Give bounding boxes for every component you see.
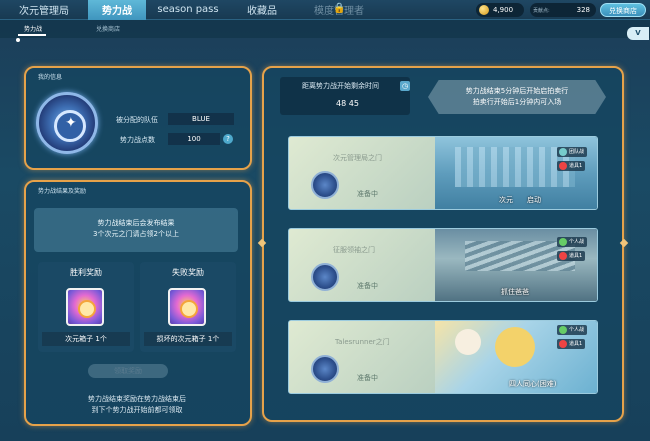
lose-reward-item: 损坏的次元箱子 1个	[144, 332, 232, 346]
dimension-box-icon[interactable]	[66, 288, 104, 326]
gate-badge-mode: 个人战	[557, 237, 588, 247]
auction-note-line1: 势力战结束5分钟后开始启拍卖行	[465, 87, 569, 95]
gate-badge-item: 道具1	[557, 339, 586, 349]
character-head	[495, 327, 535, 367]
gate-badge-mode-label: 个人战	[569, 327, 585, 333]
broken-dimension-box-icon[interactable]	[168, 288, 206, 326]
gate-badge-item-label: 道具1	[569, 341, 583, 347]
timer-label: 距离势力战开始剩余时间	[302, 82, 379, 90]
lose-reward-title: 失败奖励	[172, 268, 204, 277]
gate-status: 准备中	[357, 374, 378, 382]
tab-locked-manager[interactable]: 模度管理者 🔒	[294, 0, 384, 20]
points-value: 100	[168, 133, 220, 145]
gate-emblem-icon	[311, 171, 339, 199]
subtab-exchange-shop[interactable]: 兑换商店	[96, 24, 120, 33]
coin-amount: 4,900	[493, 6, 514, 14]
clock-icon: ◷	[400, 81, 410, 91]
gate-card-left	[289, 137, 439, 209]
gate-card-conqueror[interactable]: 征服领袖之门 准备中 抓住爸爸 个人战 道具1	[288, 228, 598, 302]
results-bottom-line2: 到下个势力战开始前都可领取	[91, 406, 183, 414]
gate-card-left	[289, 229, 439, 301]
gate-badge-mode-label: 团队战	[569, 149, 585, 155]
auction-note-line2: 拍卖行开始后1分钟内可入场	[472, 98, 562, 106]
item-icon	[559, 340, 567, 348]
results-note: 势力战结束后会发布结果 3个次元之门请占领2个以上	[34, 208, 238, 252]
help-icon[interactable]: ?	[223, 134, 233, 144]
exchange-shop-button[interactable]: 兑换商店	[600, 3, 646, 17]
lose-reward-box: 失败奖励 损坏的次元箱子 1个	[140, 262, 236, 352]
timer-value: 48 45	[336, 99, 359, 108]
gate-name: Talesrunner之门	[335, 338, 390, 346]
gate-status: 准备中	[357, 190, 378, 198]
gate-card-dimension-bureau[interactable]: 次元管理局之门 准备中 次元 启动 团队战 道具1	[288, 136, 598, 210]
gate-badge-mode: 团队战	[557, 147, 588, 157]
gate-card-talesrunner[interactable]: Talesrunner之门 准备中 四人同心(困难) 个人战 道具1	[288, 320, 598, 394]
team-emblem: ✦	[36, 92, 98, 154]
contribution-label: 贡献点:	[533, 7, 550, 14]
results-note-line1: 势力战结束后会发布结果	[97, 219, 175, 227]
points-label: 势力战点数	[120, 136, 155, 144]
gate-badge-item-label: 道具1	[569, 163, 583, 169]
my-info-title: 我的信息	[38, 74, 63, 81]
solo-mode-icon	[559, 326, 567, 334]
gate-status: 准备中	[357, 282, 378, 290]
gate-emblem-icon	[311, 355, 339, 383]
gate-badge-item: 道具1	[557, 251, 586, 261]
team-label: 被分配的队伍	[116, 116, 158, 124]
gate-caption: 抓住爸爸	[501, 288, 529, 296]
item-icon	[559, 162, 567, 170]
timer-box: 距离势力战开始剩余时间 ◷ 48 45	[280, 77, 410, 115]
auction-note: 势力战结束5分钟后开始启拍卖行 拍卖行开始后1分钟内可入场	[428, 80, 606, 114]
gate-badge-item-label: 道具1	[569, 253, 583, 259]
win-reward-box: 胜利奖励 次元箱子 1个	[38, 262, 134, 352]
gate-name: 次元管理局之门	[333, 154, 382, 162]
top-nav: 次元管理局 势力战 season pass 收藏品 模度管理者 🔒 4,900 …	[0, 0, 650, 20]
solo-mode-icon	[559, 238, 567, 246]
results-bottom-line1: 势力战结束奖励在势力战结束后	[88, 395, 186, 403]
gate-badge-mode-label: 个人战	[569, 239, 585, 245]
tab-dimension-bureau[interactable]: 次元管理局	[0, 0, 88, 20]
gate-card-left	[289, 321, 439, 393]
results-note-line2: 3个次元之门请占领2个以上	[93, 230, 179, 238]
gate-caption: 四人同心(困难)	[509, 380, 557, 388]
v-badge-button[interactable]: V	[627, 27, 649, 40]
character-head-2	[455, 329, 481, 355]
sub-nav: 势力战 兑换商店	[0, 20, 650, 38]
gate-badge-item: 道具1	[557, 161, 586, 171]
subtab-faction-war[interactable]: 势力战	[24, 24, 42, 33]
gate-emblem-icon	[311, 263, 339, 291]
coin-display: 4,900	[476, 3, 524, 17]
gate-name: 征服领袖之门	[333, 246, 375, 254]
gate-badge-mode: 个人战	[557, 325, 588, 335]
tab-season-pass[interactable]: season pass	[146, 0, 230, 20]
tab-faction-war[interactable]: 势力战	[88, 0, 146, 20]
win-reward-title: 胜利奖励	[70, 268, 102, 277]
team-mode-icon	[559, 148, 567, 156]
win-reward-item: 次元箱子 1个	[42, 332, 130, 346]
subtab-underline	[18, 34, 46, 36]
team-value: BLUE	[168, 113, 234, 125]
coin-icon	[479, 5, 489, 15]
results-bottom-note: 势力战结束奖励在势力战结束后 到下个势力战开始前都可领取	[30, 394, 244, 416]
contribution-display: 贡献点: 328	[530, 3, 596, 17]
subtab-indicator-dot	[16, 38, 20, 42]
star-icon: ✦	[65, 115, 77, 131]
lock-icon: 🔒	[333, 2, 346, 14]
claim-reward-button[interactable]: 领取奖励	[88, 364, 168, 378]
tab-collection[interactable]: 收藏品	[230, 0, 294, 20]
item-icon	[559, 252, 567, 260]
gate-caption: 次元 启动	[499, 196, 541, 204]
contribution-amount: 328	[576, 6, 590, 14]
results-title: 势力战结果及奖励	[38, 188, 87, 195]
